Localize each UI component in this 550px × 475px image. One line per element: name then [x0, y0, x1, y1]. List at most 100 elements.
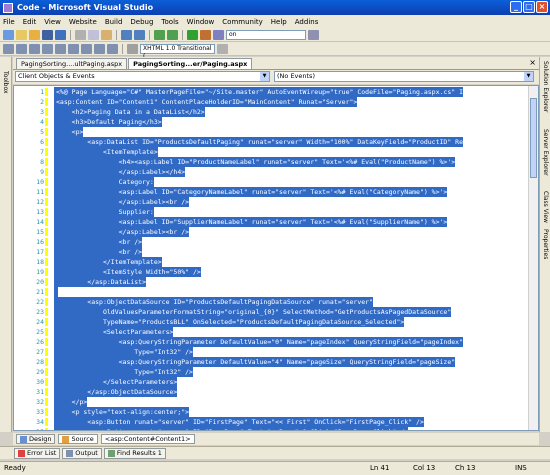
tab-paging[interactable]: PagingSorting...er/Paging.aspx: [128, 58, 253, 69]
add-item-icon[interactable]: [16, 29, 27, 40]
validation-icon[interactable]: [127, 43, 138, 54]
code-line[interactable]: 4 <h3>Default Paging</h3>: [14, 117, 538, 127]
indent-icon[interactable]: [16, 43, 27, 54]
client-objects-combo[interactable]: Client Objects & Events ▼: [15, 71, 270, 82]
toolbox-panel[interactable]: Toolbox: [0, 57, 12, 432]
code-line[interactable]: 27 Type="Int32" />: [14, 347, 538, 357]
save-all-icon[interactable]: [55, 29, 66, 40]
events-combo[interactable]: (No Events) ▼: [274, 71, 534, 82]
menu-view[interactable]: View: [44, 18, 61, 26]
uncomment-icon[interactable]: [55, 43, 66, 54]
solution-explorer-tab[interactable]: Solution Explorer: [542, 61, 549, 112]
code-line[interactable]: 11 <asp:Label ID="CategoryNameLabel" run…: [14, 187, 538, 197]
code-line[interactable]: 16 <br />: [14, 237, 538, 247]
code-line[interactable]: 29 Type="Int32" />: [14, 367, 538, 377]
undo-icon[interactable]: [121, 29, 132, 40]
menu-community[interactable]: Community: [222, 18, 263, 26]
menu-debug[interactable]: Debug: [130, 18, 153, 26]
code-line[interactable]: 31 </asp:ObjectDataSource>: [14, 387, 538, 397]
source-view-tab[interactable]: Source: [58, 434, 98, 444]
code-line[interactable]: 25 <SelectParameters>: [14, 327, 538, 337]
minimize-button[interactable]: _: [510, 1, 522, 13]
close-window-button[interactable]: ×: [536, 1, 548, 13]
chevron-down-icon[interactable]: ▼: [260, 72, 269, 81]
chevron-down-icon[interactable]: ▼: [524, 72, 533, 81]
code-line[interactable]: 19 <ItemStyle Width="50%" />: [14, 267, 538, 277]
code-line[interactable]: 20 </asp:DataList>: [14, 277, 538, 287]
start-debugging-icon[interactable]: [187, 29, 198, 40]
find-combo-input[interactable]: on: [226, 29, 306, 40]
properties-tab[interactable]: Properties: [542, 229, 549, 259]
close-tab-icon[interactable]: ×: [529, 58, 536, 67]
find-results-tab[interactable]: Find Results 1: [103, 447, 166, 459]
code-line[interactable]: 22 <asp:ObjectDataSource ID="ProductsDef…: [14, 297, 538, 307]
code-line[interactable]: 5 <p>: [14, 127, 538, 137]
menu-website[interactable]: Website: [69, 18, 97, 26]
code-line[interactable]: 8 <h4><asp:Label ID="ProductNameLabel" r…: [14, 157, 538, 167]
code-line[interactable]: 28 <asp:QueryStringParameter DefaultValu…: [14, 357, 538, 367]
code-line[interactable]: 6 <asp:DataList ID="ProductsDefaultPagin…: [14, 137, 538, 147]
design-view-tab[interactable]: Design: [16, 434, 56, 444]
code-line[interactable]: 10 Category:: [14, 177, 538, 187]
code-line[interactable]: 30 </SelectParameters>: [14, 377, 538, 387]
cut-icon[interactable]: [75, 29, 86, 40]
code-line[interactable]: 12 </asp:Label><br />: [14, 197, 538, 207]
server-explorer-tab[interactable]: Server Explorer: [542, 129, 549, 176]
code-line[interactable]: 3 <h2>Paging Data in a DataList</h2>: [14, 107, 538, 117]
code-line[interactable]: 35 <asp:Button runat="server" ID="PrevPa…: [14, 427, 538, 430]
code-line[interactable]: 15 </asp:Label><br />: [14, 227, 538, 237]
code-line[interactable]: 23 OldValuesParameterFormatString="origi…: [14, 307, 538, 317]
navigate-forward-icon[interactable]: [167, 29, 178, 40]
code-line[interactable]: 21: [14, 287, 538, 297]
find-in-files-icon[interactable]: [308, 29, 319, 40]
code-line[interactable]: 13 Supplier:: [14, 207, 538, 217]
bookmark-icon[interactable]: [68, 43, 79, 54]
error-list-tab[interactable]: Error List: [14, 447, 61, 459]
menu-window[interactable]: Window: [187, 18, 215, 26]
copy-icon[interactable]: [88, 29, 99, 40]
menu-build[interactable]: Build: [105, 18, 123, 26]
code-line[interactable]: 18 </ItemTemplate>: [14, 257, 538, 267]
tag-breadcrumb[interactable]: <asp:Content#Content1>: [100, 434, 195, 444]
comment-icon[interactable]: [42, 43, 53, 54]
scrollbar-thumb[interactable]: [530, 98, 537, 178]
menu-edit[interactable]: Edit: [23, 18, 37, 26]
toolbox-tab[interactable]: Toolbox: [2, 71, 9, 94]
breakpoint-icon[interactable]: [200, 29, 211, 40]
format-icon[interactable]: [3, 43, 14, 54]
menu-file[interactable]: File: [3, 18, 15, 26]
paste-icon[interactable]: [101, 29, 112, 40]
code-line[interactable]: 34 <asp:Button runat="server" ID="FirstP…: [14, 417, 538, 427]
navigate-backward-icon[interactable]: [154, 29, 165, 40]
menu-tools[interactable]: Tools: [161, 18, 178, 26]
check-accessibility-icon[interactable]: [217, 43, 228, 54]
redo-icon[interactable]: [134, 29, 145, 40]
next-bookmark-icon[interactable]: [81, 43, 92, 54]
maximize-button[interactable]: □: [523, 1, 535, 13]
code-line[interactable]: 33 <p style="text-align:center;">: [14, 407, 538, 417]
prev-bookmark-icon[interactable]: [94, 43, 105, 54]
new-project-icon[interactable]: [3, 29, 14, 40]
code-line[interactable]: 7 <ItemTemplate>: [14, 147, 538, 157]
code-line[interactable]: 2 <asp:Content ID="Content1" ContentPlace…: [14, 97, 538, 107]
code-line[interactable]: 9 </asp:Label></h4>: [14, 167, 538, 177]
find-icon[interactable]: [213, 29, 224, 40]
code-line[interactable]: 14 <asp:Label ID="SupplierNameLabel" run…: [14, 217, 538, 227]
menu-help[interactable]: Help: [271, 18, 287, 26]
code-editor[interactable]: 1 <%@ Page Language="C#" MasterPageFile="…: [13, 85, 539, 431]
vertical-scrollbar[interactable]: [528, 86, 538, 430]
menu-addins[interactable]: Addins: [295, 18, 319, 26]
output-tab[interactable]: Output: [62, 447, 102, 459]
code-line[interactable]: 32 </p>: [14, 397, 538, 407]
code-line[interactable]: 26 <asp:QueryStringParameter DefaultValu…: [14, 337, 538, 347]
tab-default-paging[interactable]: PagingSorting....ultPaging.aspx: [16, 58, 128, 69]
outdent-icon[interactable]: [29, 43, 40, 54]
code-line[interactable]: 1 <%@ Page Language="C#" MasterPageFile="…: [14, 87, 538, 97]
clear-bookmarks-icon[interactable]: [107, 43, 118, 54]
open-folder-icon[interactable]: [29, 29, 40, 40]
code-line[interactable]: 17 <br />: [14, 247, 538, 257]
class-view-tab[interactable]: Class View: [542, 191, 549, 223]
save-icon[interactable]: [42, 29, 53, 40]
code-line[interactable]: 24 TypeName="ProductsBLL" OnSelected="Pr…: [14, 317, 538, 327]
target-schema-select[interactable]: XHTML 1.0 Transitional (: [140, 43, 215, 60]
